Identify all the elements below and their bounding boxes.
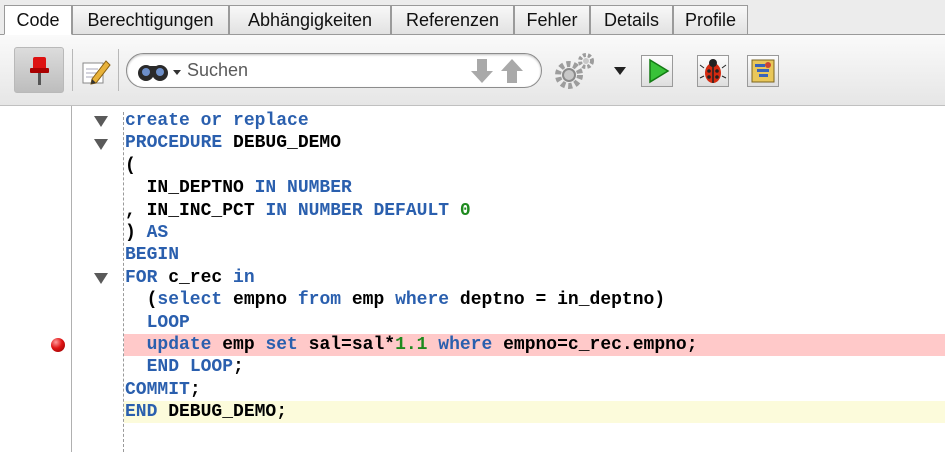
code-keyword: COMMIT — [125, 379, 190, 400]
code-text: IN_DEPTNO — [125, 178, 255, 199]
code-editor[interactable]: create or replace PROCEDURE DEBUG_DEMO( I… — [0, 106, 945, 452]
code-keyword: create or replace — [125, 111, 309, 131]
code-text: emp — [211, 335, 266, 355]
code-keyword: set — [265, 335, 298, 355]
code-text: deptno = in_deptno) — [449, 290, 666, 311]
code-keyword: BEGIN — [125, 245, 180, 266]
tab-fehler[interactable]: Fehler — [514, 5, 590, 34]
code-keyword: where — [395, 290, 450, 311]
code-line[interactable]: BEGIN — [125, 244, 179, 267]
code-text: emp — [341, 290, 396, 311]
code-text: c_rec — [157, 267, 234, 288]
tab-berechtigungen[interactable]: Berechtigungen — [72, 5, 229, 34]
code-line[interactable]: END DEBUG_DEMO; — [125, 401, 287, 424]
profile-icon — [751, 59, 775, 83]
code-line[interactable]: create or replace — [125, 110, 309, 133]
search-field[interactable]: Suchen — [126, 53, 542, 88]
breakpoint-icon[interactable] — [51, 338, 65, 352]
arrow-down-icon[interactable] — [469, 57, 495, 85]
code-number: 1.1 — [395, 335, 428, 355]
code-keyword: LOOP — [146, 312, 190, 333]
code-line[interactable]: PROCEDURE DEBUG_DEMO — [125, 132, 341, 155]
pin-button[interactable] — [14, 47, 64, 93]
code-line[interactable]: FOR c_rec in — [125, 267, 255, 290]
code-text: ( — [125, 155, 136, 176]
tab-bar: Code Berechtigungen Abhängigkeiten Refer… — [0, 0, 945, 35]
code-line[interactable]: ) AS — [125, 222, 168, 245]
code-keyword: select — [157, 290, 223, 311]
code-keyword: from — [297, 290, 342, 311]
code-keyword: update — [146, 335, 212, 355]
tab-profile[interactable]: Profile — [673, 5, 748, 34]
profile-button[interactable] — [747, 55, 779, 87]
toolbar-separator — [118, 49, 119, 91]
code-line[interactable]: LOOP — [125, 312, 190, 335]
code-number: 0 — [459, 200, 471, 221]
pin-icon — [30, 57, 49, 85]
editor-toolbar: Suchen — [0, 35, 945, 106]
fold-arrow-icon[interactable] — [94, 116, 108, 127]
fold-arrow-icon[interactable] — [94, 139, 108, 150]
code-line[interactable]: , IN_INC_PCT IN NUMBER DEFAULT 0 — [125, 200, 471, 223]
code-line[interactable]: update emp set sal=sal*1.1 where empno=c… — [125, 334, 698, 357]
code-text: empno — [222, 290, 298, 311]
code-keyword: IN NUMBER DEFAULT — [265, 200, 450, 221]
code-line[interactable]: COMMIT; — [125, 379, 201, 402]
code-text: empno=c_rec.empno; — [492, 335, 698, 355]
code-text: DEBUG_DEMO; — [157, 402, 288, 423]
code-text: sal=sal* — [297, 335, 396, 355]
gear-icon — [555, 53, 594, 89]
fold-arrow-icon[interactable] — [94, 273, 108, 284]
tab-referenzen[interactable]: Referenzen — [391, 5, 514, 34]
binoculars-icon[interactable] — [137, 59, 183, 83]
code-keyword: END — [125, 402, 158, 423]
gutter-divider — [71, 106, 72, 452]
code-keyword: where — [438, 335, 493, 355]
code-keyword: END LOOP — [146, 357, 234, 378]
code-keyword: PROCEDURE — [125, 133, 223, 154]
edit-icon — [82, 60, 111, 85]
code-text: ) — [125, 223, 147, 243]
edit-button[interactable] — [80, 55, 112, 87]
code-keyword: FOR — [125, 267, 158, 288]
code-line[interactable]: IN_DEPTNO IN NUMBER — [125, 177, 352, 200]
code-keyword: IN NUMBER — [254, 178, 352, 199]
search-input[interactable]: Suchen — [187, 60, 248, 81]
tab-code[interactable]: Code — [4, 5, 72, 35]
code-keyword: in — [233, 267, 255, 288]
run-icon — [649, 58, 670, 84]
debug-button[interactable] — [697, 55, 729, 87]
debug-icon — [699, 59, 727, 83]
tab-abhaengigkeiten[interactable]: Abhängigkeiten — [229, 5, 391, 34]
gear-button[interactable] — [552, 49, 598, 93]
code-text: , IN_INC_PCT — [125, 200, 266, 221]
code-line[interactable]: (select empno from emp where deptno = in… — [125, 289, 666, 312]
code-text: ; — [233, 357, 244, 378]
code-text: ( — [125, 290, 158, 311]
code-keyword: AS — [146, 223, 169, 243]
arrow-up-icon[interactable] — [499, 57, 525, 85]
code-text: DEBUG_DEMO — [222, 133, 342, 154]
run-button[interactable] — [641, 55, 673, 87]
chevron-down-icon[interactable] — [614, 67, 626, 75]
toolbar-separator — [72, 49, 73, 91]
code-line[interactable]: END LOOP; — [125, 356, 244, 379]
code-text: ; — [189, 379, 201, 400]
code-line[interactable]: ( — [125, 155, 136, 178]
tab-details[interactable]: Details — [590, 5, 673, 34]
